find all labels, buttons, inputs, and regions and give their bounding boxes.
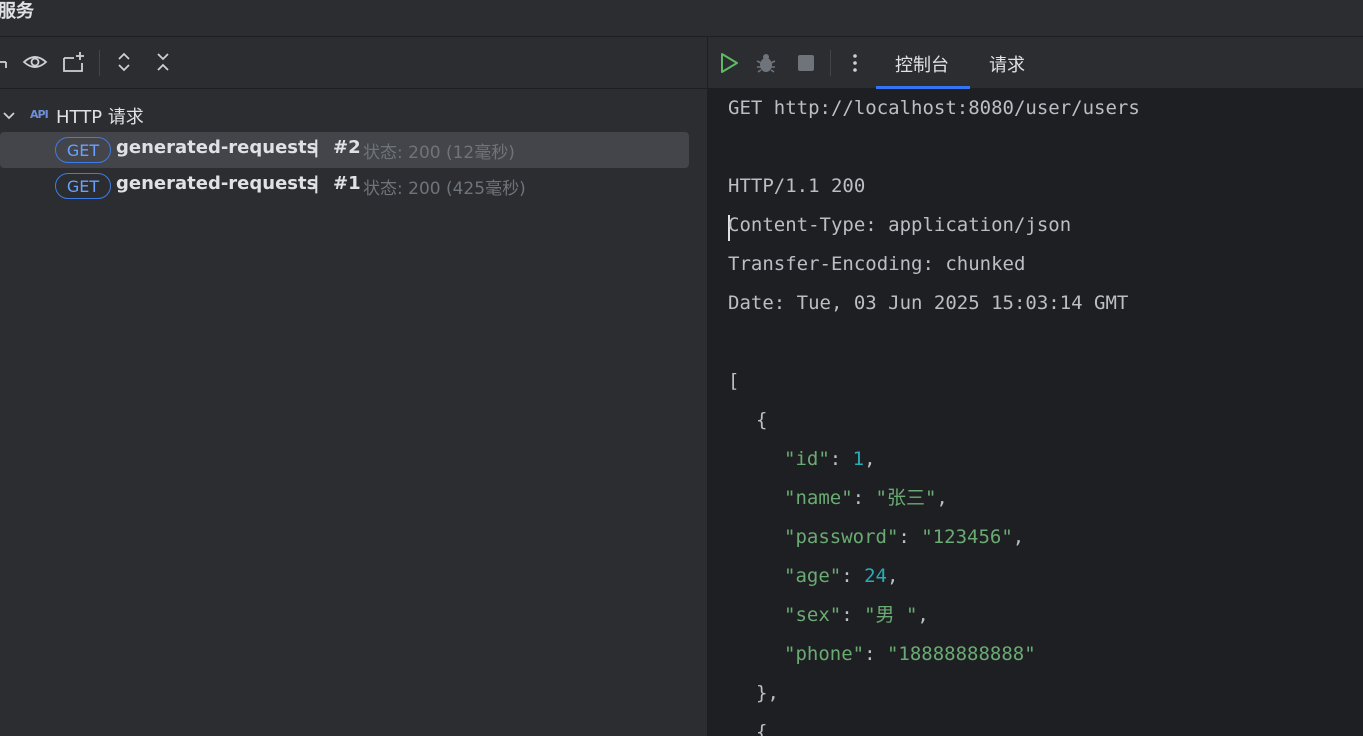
json-key: "age"	[784, 565, 842, 587]
console-toolbar: 控制台 请求	[708, 37, 1363, 89]
json-open-brace: {	[756, 721, 768, 736]
json-field-id: "id": 1,	[784, 448, 876, 470]
request-status: 状态: 200 (425毫秒)	[363, 179, 526, 199]
json-field-name: "name": "张三",	[784, 487, 948, 509]
console-header: Date: Tue, 03 Jun 2025 15:03:14 GMT	[728, 292, 1129, 314]
expand-all-icon[interactable]	[110, 47, 138, 77]
chevron-down-icon[interactable]	[2, 108, 16, 127]
json-open-brace: {	[756, 409, 768, 431]
request-name: generated-requests	[116, 137, 318, 158]
json-key: "password"	[784, 526, 899, 548]
new-tab-icon[interactable]	[60, 47, 88, 77]
tool-window-title: 服务	[0, 1, 34, 22]
json-value: "张三"	[875, 487, 937, 509]
request-row-1[interactable]: GET generated-requests | #1 状态: 200 (425…	[0, 168, 689, 204]
json-value: 1	[852, 448, 865, 470]
toolbar-separator	[99, 50, 100, 76]
json-comma: ,	[864, 448, 876, 470]
json-comma: ,	[936, 487, 948, 509]
json-field-sex: "sex": "男 ",	[784, 604, 929, 626]
eye-icon[interactable]	[21, 47, 49, 77]
json-field-password: "password": "123456",	[784, 526, 1025, 548]
tool-window-header: 服务	[0, 0, 1363, 37]
json-value: "男 "	[864, 604, 918, 626]
request-name: generated-requests	[116, 173, 318, 194]
api-icon: API	[30, 108, 49, 121]
request-separator: |	[313, 173, 320, 194]
json-key: "id"	[784, 448, 830, 470]
json-key: "name"	[784, 487, 853, 509]
console-request-line: GET http://localhost:8080/user/users	[728, 97, 1140, 119]
json-key: "phone"	[784, 643, 865, 665]
console-status-line: HTTP/1.1 200	[728, 175, 866, 197]
json-comma: ,	[886, 565, 899, 587]
json-comma: ,	[917, 604, 929, 626]
json-comma: ,	[1012, 526, 1025, 548]
json-key: "sex"	[784, 604, 842, 626]
json-close-brace: },	[756, 682, 779, 704]
services-toolbar	[0, 37, 707, 89]
request-number: #2	[333, 137, 361, 158]
debug-icon[interactable]	[753, 49, 779, 77]
json-value: "18888888888"	[886, 643, 1036, 665]
toolbar-separator	[830, 50, 831, 76]
request-number: #1	[333, 173, 361, 194]
console-header: Transfer-Encoding: chunked	[728, 253, 1026, 275]
tree-group-http-requests[interactable]: API HTTP 请求	[0, 98, 300, 134]
services-tree-panel: API HTTP 请求 GET generated-requests | #2 …	[0, 37, 707, 736]
stop-icon[interactable]	[793, 49, 819, 77]
request-separator: |	[313, 137, 320, 158]
collapse-all-icon[interactable]	[149, 47, 177, 77]
request-status: 状态: 200 (12毫秒)	[363, 143, 515, 163]
json-field-age: "age": 24,	[784, 565, 899, 587]
json-value: "123456"	[921, 526, 1013, 548]
tab-console[interactable]: 控制台	[895, 51, 949, 77]
console-header: Content-Type: application/json	[728, 214, 1072, 236]
method-badge: GET	[55, 173, 111, 199]
json-field-phone: "phone": "18888888888"	[784, 643, 1036, 665]
method-badge: GET	[55, 137, 111, 163]
expand-icon[interactable]	[0, 47, 16, 77]
tree-group-label: HTTP 请求	[56, 107, 144, 128]
json-open-bracket: [	[728, 370, 740, 392]
run-icon[interactable]	[716, 49, 742, 77]
json-value: 24	[864, 565, 887, 587]
more-options-icon[interactable]	[842, 49, 868, 77]
request-row-2[interactable]: GET generated-requests | #2 状态: 200 (12毫…	[0, 132, 689, 168]
console-panel: 控制台 请求 GET http://localhost:8080/user/us…	[708, 37, 1363, 736]
tab-request[interactable]: 请求	[989, 51, 1025, 77]
